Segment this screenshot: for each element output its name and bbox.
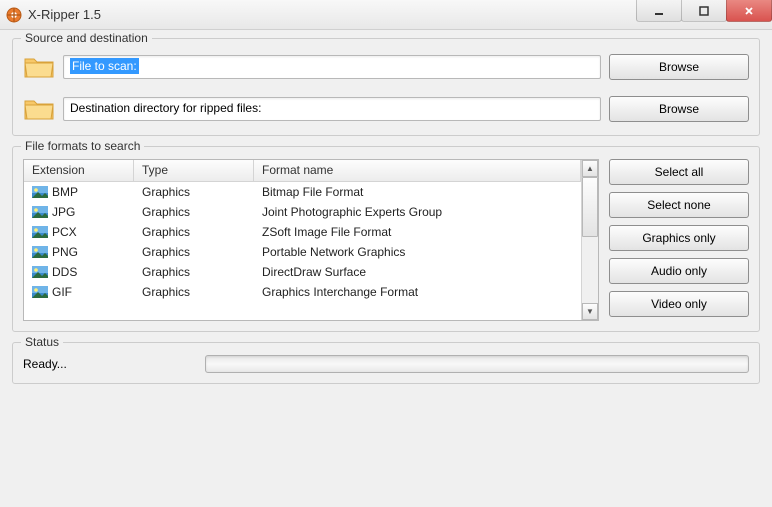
scroll-up-button[interactable]: ▲ <box>582 160 598 177</box>
audio-only-button[interactable]: Audio only <box>609 258 749 284</box>
scroll-thumb[interactable] <box>582 177 598 237</box>
name-cell: ZSoft Image File Format <box>254 223 581 241</box>
minimize-button[interactable] <box>636 0 682 22</box>
window-controls <box>637 0 772 22</box>
destination-text: Destination directory for ripped files: <box>70 101 261 115</box>
name-cell: DirectDraw Surface <box>254 263 581 281</box>
scrollbar[interactable]: ▲ ▼ <box>581 160 598 320</box>
source-group-title: Source and destination <box>21 31 152 45</box>
list-item[interactable]: DDS GraphicsDirectDraw Surface <box>24 262 581 282</box>
source-destination-group: Source and destination File to scan: Bro… <box>12 38 760 136</box>
column-type[interactable]: Type <box>134 160 254 181</box>
list-item[interactable]: BMP GraphicsBitmap File Format <box>24 182 581 202</box>
ext-cell: JPG <box>52 205 75 219</box>
image-icon <box>32 286 48 298</box>
type-cell: Graphics <box>134 263 254 281</box>
file-to-scan-input[interactable]: File to scan: <box>63 55 601 79</box>
ext-cell: PCX <box>52 225 77 239</box>
list-item[interactable]: GIF GraphicsGraphics Interchange Format <box>24 282 581 302</box>
select-all-button[interactable]: Select all <box>609 159 749 185</box>
list-item[interactable]: PNG GraphicsPortable Network Graphics <box>24 242 581 262</box>
type-cell: Graphics <box>134 223 254 241</box>
select-none-button[interactable]: Select none <box>609 192 749 218</box>
folder-icon <box>23 93 55 125</box>
destination-row: Destination directory for ripped files: … <box>23 93 749 125</box>
browse-source-button[interactable]: Browse <box>609 54 749 80</box>
ext-cell: GIF <box>52 285 72 299</box>
ext-cell: PNG <box>52 245 78 259</box>
progress-bar <box>205 355 749 373</box>
video-only-button[interactable]: Video only <box>609 291 749 317</box>
column-format-name[interactable]: Format name <box>254 160 581 181</box>
ext-cell: BMP <box>52 185 78 199</box>
format-buttons: Select all Select none Graphics only Aud… <box>609 159 749 321</box>
name-cell: Portable Network Graphics <box>254 243 581 261</box>
formats-list[interactable]: Extension Type Format name BMPGraphicsBi… <box>23 159 599 321</box>
scroll-down-button[interactable]: ▼ <box>582 303 598 320</box>
name-cell: Joint Photographic Experts Group <box>254 203 581 221</box>
status-text: Ready... <box>23 357 193 371</box>
window-title: X-Ripper 1.5 <box>28 7 101 22</box>
file-formats-group: File formats to search Extension Type Fo… <box>12 146 760 332</box>
image-icon <box>32 186 48 198</box>
image-icon <box>32 246 48 258</box>
image-icon <box>32 226 48 238</box>
maximize-button[interactable] <box>681 0 727 22</box>
type-cell: Graphics <box>134 183 254 201</box>
folder-icon <box>23 51 55 83</box>
scroll-track[interactable] <box>582 177 598 303</box>
image-icon <box>32 266 48 278</box>
content-area: Source and destination File to scan: Bro… <box>0 30 772 507</box>
graphics-only-button[interactable]: Graphics only <box>609 225 749 251</box>
destination-input[interactable]: Destination directory for ripped files: <box>63 97 601 121</box>
close-button[interactable] <box>726 0 772 22</box>
titlebar: X-Ripper 1.5 <box>0 0 772 30</box>
column-extension[interactable]: Extension <box>24 160 134 181</box>
app-icon <box>6 7 22 23</box>
browse-destination-button[interactable]: Browse <box>609 96 749 122</box>
file-to-scan-row: File to scan: Browse <box>23 51 749 83</box>
ext-cell: DDS <box>52 265 77 279</box>
type-cell: Graphics <box>134 283 254 301</box>
file-to-scan-text: File to scan: <box>70 58 139 74</box>
type-cell: Graphics <box>134 243 254 261</box>
image-icon <box>32 206 48 218</box>
formats-group-title: File formats to search <box>21 139 144 153</box>
list-item[interactable]: JPG GraphicsJoint Photographic Experts Gr… <box>24 202 581 222</box>
status-group-title: Status <box>21 335 63 349</box>
name-cell: Graphics Interchange Format <box>254 283 581 301</box>
name-cell: Bitmap File Format <box>254 183 581 201</box>
list-item[interactable]: PCX GraphicsZSoft Image File Format <box>24 222 581 242</box>
formats-header: Extension Type Format name <box>24 160 581 182</box>
status-group: Status Ready... <box>12 342 760 384</box>
type-cell: Graphics <box>134 203 254 221</box>
